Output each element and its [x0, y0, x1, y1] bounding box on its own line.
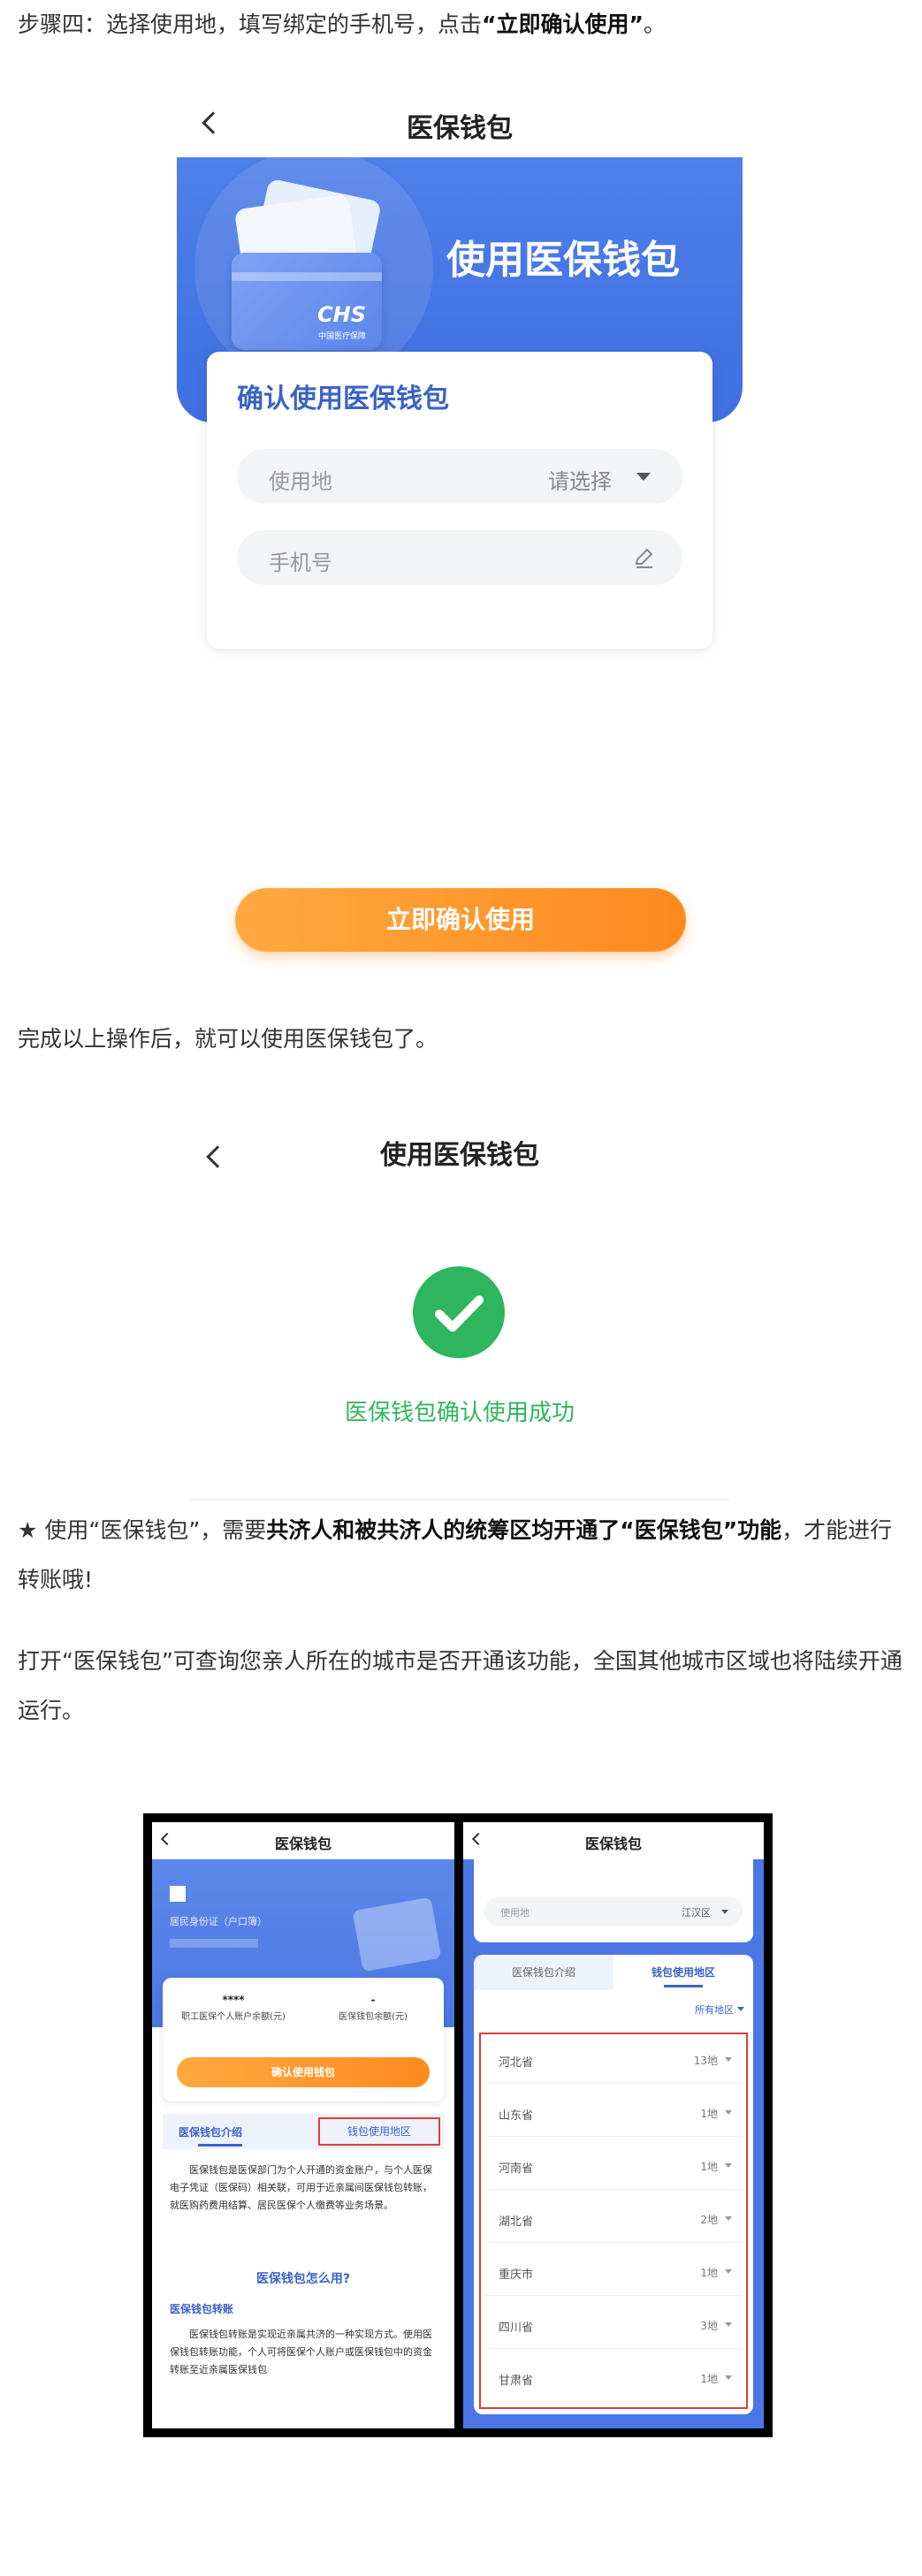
region-row[interactable]: 河北省 13地 [484, 2038, 743, 2084]
left-tabs: 医保钱包介绍 钱包使用地区 [163, 2114, 444, 2149]
step4-paragraph: 步骤四：选择使用地，填写绑定的手机号，点击“立即确认使用”。 [18, 0, 904, 49]
divider [190, 1499, 729, 1501]
region-count: 3地 [700, 2320, 718, 2332]
chevron-down-icon [725, 2110, 732, 2115]
card-logo: CHS [317, 302, 366, 327]
left-title: 医保钱包 [274, 1835, 331, 1852]
note-text-1: 使用“医保钱包”，需要 [37, 1517, 267, 1543]
wallet-form-screenshot: 医保钱包 CHS 中国医疗保障 使用医保钱包 确认使用医保钱包 使用地 请选择 … [177, 88, 743, 972]
success-message: 医保钱包确认使用成功 [344, 1400, 575, 1426]
star-icon: ★ [18, 1517, 38, 1543]
region-count: 13地 [693, 2055, 718, 2067]
confirm-button-label: 立即确认使用 [385, 905, 535, 934]
location-label: 使用地 [269, 469, 332, 494]
region-province: 四川省 [499, 2321, 534, 2335]
left-id-label: 居民身份证（户口簿） [170, 1916, 267, 1927]
step4-prefix: 步骤四：选择使用地，填写绑定的手机号，点击 [18, 11, 483, 37]
after-paragraph: 完成以上操作后，就可以使用医保钱包了。 [18, 1026, 438, 1052]
success-screenshot: 使用医保钱包 医保钱包确认使用成功 [190, 1112, 729, 1501]
transfer-title: 医保钱包转账 [170, 2303, 234, 2315]
left-confirm-button[interactable]: 确认使用钱包 [177, 2057, 430, 2087]
how-title: 医保钱包怎么用? [255, 2272, 351, 2286]
left-tab-intro[interactable]: 医保钱包介绍 [179, 2124, 242, 2139]
right-panel: 医保钱包 使用地 江汉区 医保钱包介绍 钱包使用地区 所有地区 河北省 13地 山东… [463, 1822, 764, 2428]
chevron-down-icon [725, 2163, 732, 2168]
region-row[interactable]: 重庆市 1地 [484, 2250, 743, 2296]
chevron-down-icon [725, 2375, 732, 2380]
location-placeholder: 请选择 [548, 469, 612, 494]
composite-screenshot: 医保钱包 居民身份证（户口簿） **** 职工医保个人账户余额(元) - 医保钱… [143, 1813, 773, 2437]
region-province: 河南省 [499, 2162, 534, 2176]
chevron-down-icon [725, 2216, 732, 2221]
step4-highlight: “立即确认使用” [482, 11, 644, 37]
region-filter[interactable]: 所有地区 [695, 2002, 734, 2017]
phone-label: 手机号 [269, 551, 332, 575]
region-province: 湖北省 [499, 2215, 534, 2229]
right-tab-intro[interactable]: 医保钱包介绍 [474, 1955, 613, 1990]
balance2-label: 医保钱包余额(元) [339, 2012, 408, 2022]
chevron-down-icon [725, 2057, 732, 2062]
success-page-title: 使用医保钱包 [380, 1140, 539, 1171]
right-location-label: 使用地 [500, 1907, 530, 1919]
region-row[interactable]: 河南省 1地 [484, 2144, 743, 2190]
wallet-card-icon: CHS 中国医疗保障 [232, 253, 382, 350]
confirm-button[interactable]: 立即确认使用 [235, 888, 686, 952]
region-count: 1地 [700, 2267, 718, 2279]
note-bold: 共济人和被共济人的统筹区均开通了“医保钱包”功能 [266, 1517, 782, 1543]
left-card-icon [352, 1896, 442, 1972]
header-bar: 医保钱包 [177, 88, 743, 157]
region-row[interactable]: 四川省 3地 [484, 2303, 743, 2349]
chevron-down-icon [725, 2322, 732, 2327]
edit-icon[interactable] [633, 546, 656, 569]
left-panel: 医保钱包 居民身份证（户口簿） **** 职工医保个人账户余额(元) - 医保钱… [152, 1822, 454, 2428]
check-circle-icon [413, 1266, 505, 1358]
right-regions-card: 医保钱包介绍 钱包使用地区 所有地区 河北省 13地 山东省 1地 河南省 1地 湖北省 2地… [474, 1955, 753, 2414]
region-province: 河北省 [499, 2056, 534, 2070]
balance2-value: - [370, 1994, 376, 2006]
left-tab-regions[interactable]: 钱包使用地区 [318, 2117, 440, 2146]
info-paragraph: 打开“医保钱包”可查询您亲人所在的城市是否开通该功能，全国其他城市区域也将陆续开… [18, 1648, 903, 1723]
note-paragraph: ★ 使用“医保钱包”，需要共济人和被共济人的统筹区均开通了“医保钱包”功能，才能… [18, 1506, 904, 1605]
region-count: 2地 [700, 2214, 718, 2226]
balance1-value: **** [222, 1994, 245, 2006]
right-tab-underline [664, 1985, 703, 1987]
region-count: 1地 [700, 2108, 718, 2120]
right-location-select[interactable]: 使用地 江汉区 [484, 1896, 743, 1926]
left-tab-underline [198, 2144, 242, 2147]
region-province: 甘肃省 [499, 2375, 534, 2388]
balance1-label: 职工医保个人账户余额(元) [181, 2012, 286, 2022]
filter-arrow-icon [737, 2007, 744, 2011]
card-logo-sub: 中国医疗保障 [317, 332, 366, 341]
right-location-value: 江汉区 [682, 1907, 711, 1919]
masked-id [170, 1939, 258, 1948]
form-card: 确认使用医保钱包 使用地 请选择 手机号 [207, 352, 712, 649]
form-title: 确认使用医保钱包 [237, 384, 449, 414]
left-balance-card: **** 职工医保个人账户余额(元) - 医保钱包余额(元) 确认使用钱包 [163, 1978, 444, 2101]
step4-suffix: 。 [643, 11, 666, 37]
region-row[interactable]: 山东省 1地 [484, 2091, 743, 2137]
region-province: 山东省 [499, 2109, 534, 2123]
avatar [170, 1886, 186, 1902]
right-location-card: 使用地 江汉区 [474, 1859, 753, 1942]
transfer-text: 医保钱包转账是实现近亲属共济的一种实现方式。使用医保钱包转账功能，个人可将医保个… [170, 2329, 432, 2375]
phone-field[interactable]: 手机号 [237, 530, 682, 585]
banner-text: 使用医保钱包 [446, 238, 680, 283]
region-row[interactable]: 甘肃省 1地 [484, 2356, 743, 2402]
left-intro-text: 医保钱包是医保部门为个人开通的资金账户，与个人医保电子凭证（医保码）相关联，可用… [170, 2164, 432, 2211]
page-title: 医保钱包 [407, 113, 513, 144]
chevron-down-icon [725, 2269, 732, 2274]
region-count: 1地 [700, 2161, 718, 2173]
region-province: 重庆市 [499, 2268, 534, 2282]
right-title: 医保钱包 [584, 1835, 642, 1852]
dropdown-arrow-icon [636, 473, 651, 481]
right-dropdown-icon [721, 1910, 728, 1914]
region-count: 1地 [700, 2373, 718, 2385]
region-row[interactable]: 湖北省 2地 [484, 2197, 743, 2243]
regions-highlight-box: 河北省 13地 山东省 1地 河南省 1地 湖北省 2地 重庆市 1地 四川省 3地 甘肃省 1地 [479, 2033, 748, 2409]
location-select[interactable]: 使用地 请选择 [237, 449, 682, 504]
